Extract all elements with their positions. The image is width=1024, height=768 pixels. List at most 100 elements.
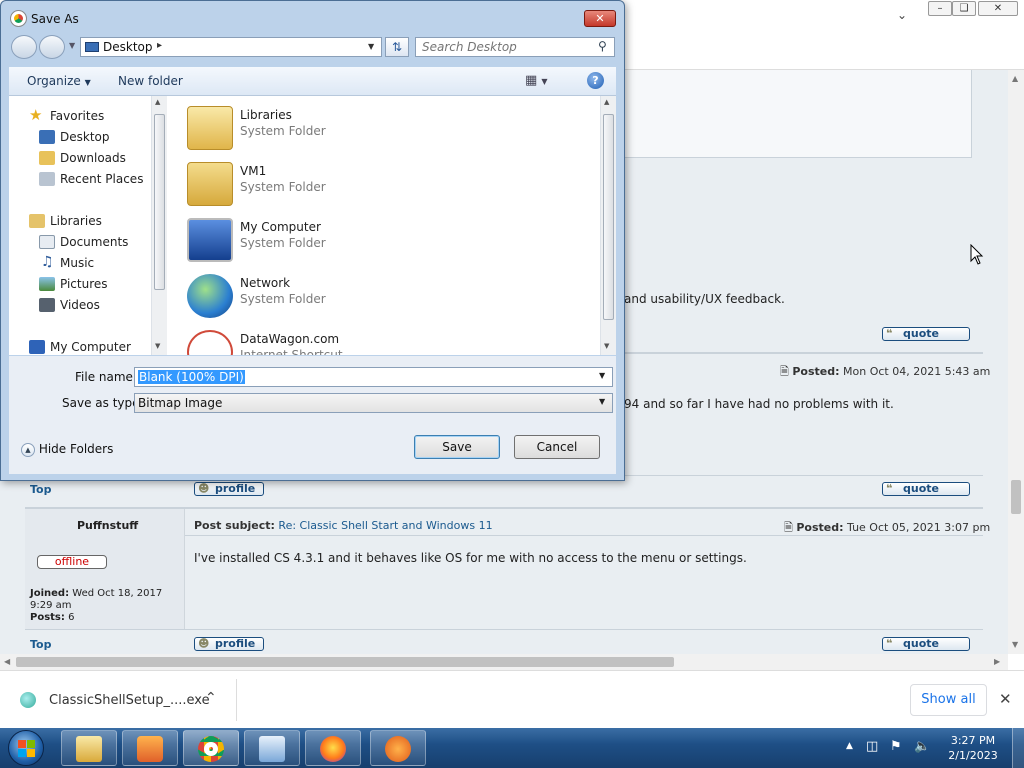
file-scrollbar[interactable]: ▲ ▼ — [600, 96, 616, 355]
forward-button[interactable] — [39, 35, 65, 59]
nav-label: Documents — [60, 235, 129, 249]
divider — [236, 679, 237, 721]
nav-favorites[interactable]: ★ Favorites — [29, 106, 104, 125]
download-filename[interactable]: ClassicShellSetup_....exe — [49, 693, 210, 708]
scroll-up-icon[interactable]: ▲ — [604, 98, 609, 106]
hide-folders-button[interactable]: ▲ Hide Folders — [21, 442, 113, 457]
clock-time: 3:27 PM — [950, 734, 996, 747]
file-item[interactable]: My Computer System Folder — [187, 214, 587, 266]
scroll-thumb[interactable] — [16, 657, 674, 667]
nav-pictures[interactable]: Pictures — [39, 275, 108, 293]
nav-music[interactable]: ♫ Music — [39, 254, 94, 272]
folder-icon — [76, 736, 102, 762]
desktop-icon — [39, 130, 55, 144]
action-center-flag-icon[interactable]: ⚑ — [890, 739, 902, 754]
save-button[interactable]: Save — [414, 435, 500, 459]
chrome-icon — [198, 736, 224, 762]
nav-my-computer[interactable]: My Computer — [29, 338, 131, 356]
nav-downloads[interactable]: Downloads — [39, 149, 126, 167]
nav-libraries[interactable]: Libraries — [29, 212, 102, 230]
dialog-close-button[interactable]: ✕ — [584, 10, 616, 27]
chevron-up-icon[interactable]: ⌃ — [205, 690, 217, 706]
scroll-thumb[interactable] — [1011, 480, 1021, 514]
quote-button[interactable]: ❝ quote — [882, 637, 970, 651]
scroll-down-icon[interactable]: ▼ — [155, 342, 160, 350]
taskbar-explorer[interactable] — [61, 730, 117, 766]
minimize-button[interactable]: – — [928, 1, 952, 16]
scroll-thumb[interactable] — [154, 114, 165, 290]
view-options-icon[interactable]: ▦ ▼ — [525, 73, 548, 88]
refresh-icon[interactable]: ⇅ — [385, 37, 409, 57]
subject-value[interactable]: Re: Classic Shell Start and Windows 11 — [278, 519, 492, 532]
nav-scrollbar[interactable]: ▲ ▼ — [151, 96, 167, 355]
nav-documents[interactable]: Documents — [39, 233, 128, 251]
cancel-button[interactable]: Cancel — [514, 435, 600, 459]
taskbar-app[interactable] — [370, 730, 426, 766]
taskbar-control-panel[interactable] — [244, 730, 300, 766]
scroll-thumb[interactable] — [603, 114, 614, 320]
scroll-up-icon[interactable]: ▲ — [155, 98, 160, 106]
close-window-button[interactable]: ✕ — [978, 1, 1018, 16]
top-link[interactable]: Top — [30, 638, 51, 651]
file-item[interactable]: Libraries System Folder — [187, 102, 587, 154]
organize-button[interactable]: Organize ▼ — [27, 74, 91, 88]
author-name[interactable]: Puffnstuff — [77, 519, 138, 532]
new-folder-button[interactable]: New folder — [118, 74, 183, 88]
chevron-down-icon[interactable]: ▼ — [599, 371, 605, 380]
search-input[interactable] — [422, 39, 592, 55]
scroll-down-icon[interactable]: ▼ — [1012, 640, 1018, 649]
libraries-icon — [187, 106, 233, 150]
search-icon[interactable]: ⚲ — [598, 39, 607, 53]
windows-logo-icon — [27, 740, 35, 748]
taskbar-chrome[interactable] — [183, 730, 239, 766]
clock[interactable]: 3:27 PM 2/1/2023 — [947, 733, 999, 763]
file-name: DataWagon.com — [240, 332, 340, 346]
network-icon[interactable]: ◫ — [866, 739, 878, 754]
quote-button[interactable]: ❝ quote — [882, 327, 970, 341]
quote-button[interactable]: ❝ quote — [882, 482, 970, 496]
page-horizontal-scrollbar[interactable]: ◀ ▶ — [0, 654, 1008, 670]
nav-recent-places[interactable]: Recent Places — [39, 170, 143, 188]
tab-search-chevron-icon[interactable]: ⌄ — [897, 8, 907, 22]
page-vertical-scrollbar[interactable]: ▲ ▼ — [1008, 70, 1024, 654]
file-item[interactable]: Network System Folder — [187, 270, 587, 322]
taskbar-media-player[interactable] — [122, 730, 178, 766]
volume-icon[interactable]: 🔈 — [914, 739, 930, 754]
posts-value: 6 — [68, 612, 75, 623]
taskbar-firefox[interactable] — [305, 730, 361, 766]
file-item[interactable]: DataWagon.com Internet Shortcut — [187, 326, 587, 355]
address-bar[interactable]: Desktop ▸ ▼ — [80, 37, 382, 57]
file-name-input[interactable]: Blank (100% DPI) — [138, 370, 245, 384]
help-icon[interactable]: ? — [587, 72, 604, 89]
subject-label: Post subject: — [194, 519, 275, 532]
posted-date-value: Tue Oct 05, 2021 3:07 pm — [847, 521, 991, 534]
scroll-up-icon[interactable]: ▲ — [1012, 74, 1018, 83]
tray-expand-icon[interactable]: ▲ — [846, 741, 853, 751]
profile-button[interactable]: ☻ profile — [194, 482, 264, 496]
media-player-icon — [137, 736, 163, 762]
scroll-down-icon[interactable]: ▼ — [604, 342, 609, 350]
file-item[interactable]: VM1 System Folder — [187, 158, 587, 210]
maximize-button[interactable]: ❑ — [952, 1, 976, 16]
nav-videos[interactable]: Videos — [39, 296, 100, 314]
top-link[interactable]: Top — [30, 483, 51, 496]
show-desktop-button[interactable] — [1012, 728, 1024, 768]
start-button[interactable] — [8, 730, 44, 766]
nav-desktop[interactable]: Desktop — [39, 128, 110, 146]
scroll-right-icon[interactable]: ▶ — [994, 657, 1000, 666]
address-dropdown-icon[interactable]: ▼ — [368, 42, 374, 51]
close-shelf-icon[interactable]: ✕ — [999, 690, 1012, 708]
scroll-left-icon[interactable]: ◀ — [4, 657, 10, 666]
breadcrumb-arrow-icon[interactable]: ▸ — [157, 40, 162, 51]
back-button[interactable] — [11, 35, 37, 59]
file-name-field[interactable]: Blank (100% DPI) ▼ — [134, 367, 613, 387]
desktop-icon — [85, 42, 99, 52]
chevron-down-icon[interactable]: ▼ — [599, 397, 605, 406]
show-all-button[interactable]: Show all — [910, 684, 987, 716]
file-type: System Folder — [240, 180, 326, 194]
profile-button[interactable]: ☻ profile — [194, 637, 264, 651]
history-dropdown-icon[interactable]: ▼ — [69, 41, 75, 50]
search-box[interactable]: ⚲ — [415, 37, 615, 57]
save-type-select[interactable]: Bitmap Image ▼ — [134, 393, 613, 413]
post-date: 🗎 Posted: Mon Oct 04, 2021 5:43 am — [780, 365, 991, 378]
